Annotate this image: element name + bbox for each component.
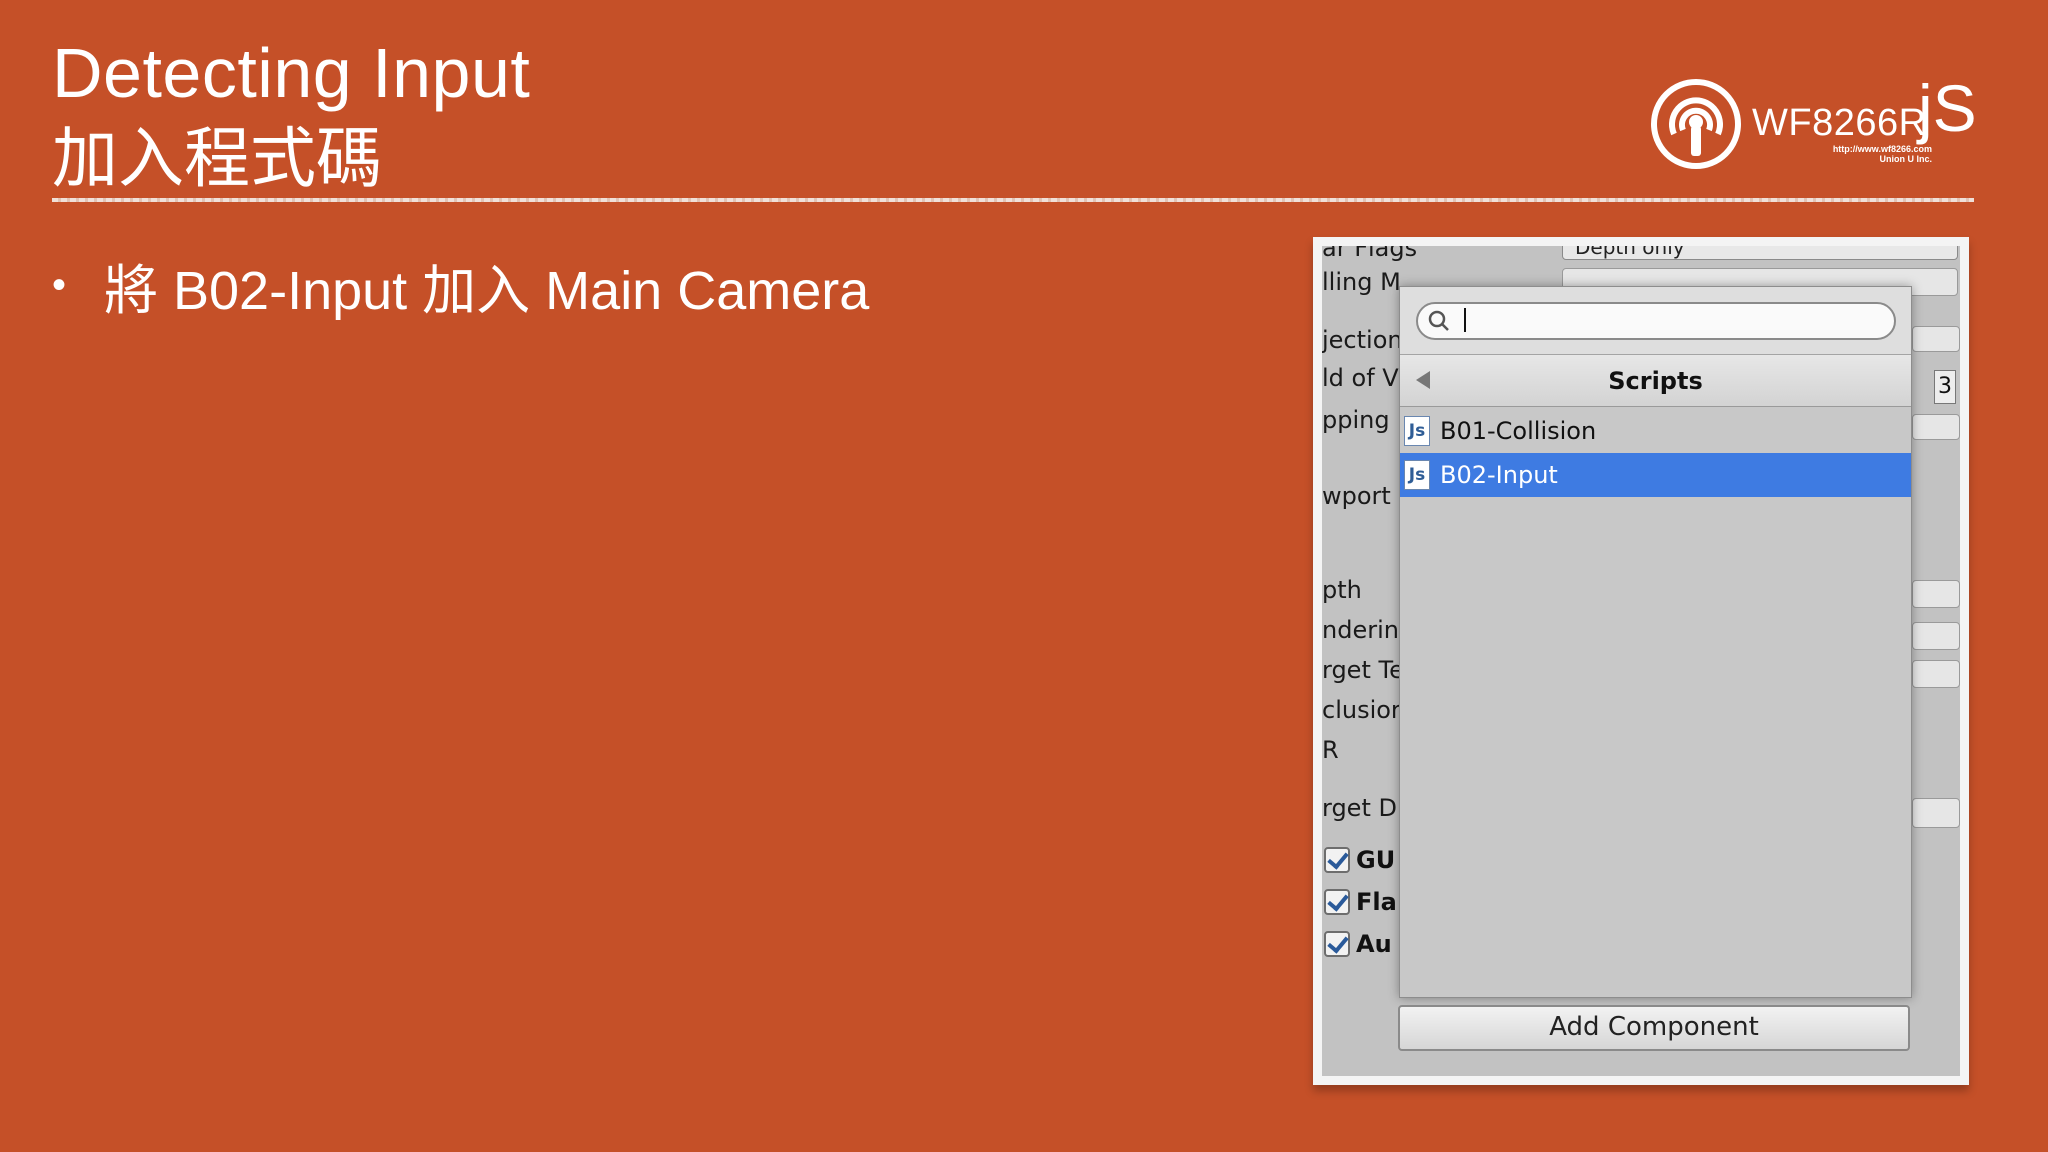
inspector-label: lling M: [1322, 268, 1401, 296]
rendering-path-dropdown[interactable]: [1912, 622, 1960, 650]
inspector-label: R: [1322, 736, 1339, 764]
script-item-b01-collision[interactable]: Js B01-Collision: [1400, 409, 1911, 453]
inspector-label: jection: [1322, 326, 1403, 354]
slide-title: Detecting Input: [52, 34, 531, 112]
inspector-label: nderin: [1322, 616, 1399, 644]
brand-logo: WF8266R jS http://www.wf8266.com Union U…: [1650, 71, 1980, 170]
component-name: Au: [1356, 930, 1392, 958]
add-component-button[interactable]: Add Component: [1398, 1005, 1910, 1051]
inspector-label: pping I: [1322, 406, 1405, 434]
component-name: Fla: [1356, 888, 1397, 916]
field-of-view-value[interactable]: 3: [1934, 370, 1956, 404]
inspector-label: ld of V: [1322, 364, 1399, 392]
target-texture-field[interactable]: [1912, 660, 1960, 688]
checkbox-checked-icon[interactable]: [1324, 847, 1350, 873]
brand-name: WF8266R: [1752, 102, 1927, 144]
target-display-dropdown[interactable]: [1912, 798, 1960, 828]
inspector-label: pth: [1322, 576, 1362, 604]
bullet-text: 將 B02-Input 加入 Main Camera: [104, 260, 870, 321]
script-item-label: B02-Input: [1440, 461, 1558, 489]
search-icon: [1428, 310, 1449, 331]
clear-flags-dropdown[interactable]: Depth only: [1562, 246, 1958, 260]
component-toggle-audio[interactable]: Au: [1324, 930, 1392, 958]
unity-inspector: ar Flags Depth only lling M jection ld o…: [1322, 246, 1960, 1076]
script-item-label: B01-Collision: [1440, 417, 1597, 445]
checkbox-checked-icon[interactable]: [1324, 931, 1350, 957]
category-header: Scripts: [1400, 355, 1911, 407]
inspector-label: clusior: [1322, 696, 1401, 724]
slide-subtitle: 加入程式碼: [52, 120, 382, 197]
inspector-label: ar Flags: [1322, 246, 1418, 262]
js-script-icon: Js: [1404, 416, 1430, 446]
bullet-dot-icon: •: [52, 262, 67, 307]
add-component-popup: Scripts Js B01-Collision Js B02-Input: [1399, 286, 1912, 998]
script-item-b02-input[interactable]: Js B02-Input: [1400, 453, 1911, 497]
title-divider: [52, 198, 1974, 202]
inspector-label: rget Di: [1322, 794, 1404, 822]
component-toggle-gui[interactable]: GU: [1324, 846, 1395, 874]
text-caret: [1464, 308, 1466, 332]
wifi-logo-icon: [1651, 79, 1741, 169]
inspector-label: wport: [1322, 482, 1391, 510]
inspector-label: rget Te: [1322, 656, 1404, 684]
bullet-item: • 將 B02-Input 加入 Main Camera: [52, 250, 869, 321]
checkbox-checked-icon[interactable]: [1324, 889, 1350, 915]
component-name: GU: [1356, 846, 1396, 874]
brand-url: http://www.wf8266.com Union U Inc.: [1832, 144, 1932, 164]
component-toggle-flare[interactable]: Fla: [1324, 888, 1397, 916]
unity-screenshot-frame: ar Flags Depth only lling M jection ld o…: [1313, 237, 1969, 1085]
depth-field[interactable]: [1912, 580, 1960, 608]
search-bar: [1400, 287, 1911, 355]
js-script-icon: Js: [1404, 460, 1430, 490]
projection-dropdown[interactable]: [1912, 326, 1960, 352]
clipping-field[interactable]: [1912, 414, 1960, 440]
brand-suffix: jS: [1918, 71, 1977, 145]
search-input[interactable]: [1416, 302, 1896, 340]
category-title: Scripts: [1608, 367, 1703, 395]
